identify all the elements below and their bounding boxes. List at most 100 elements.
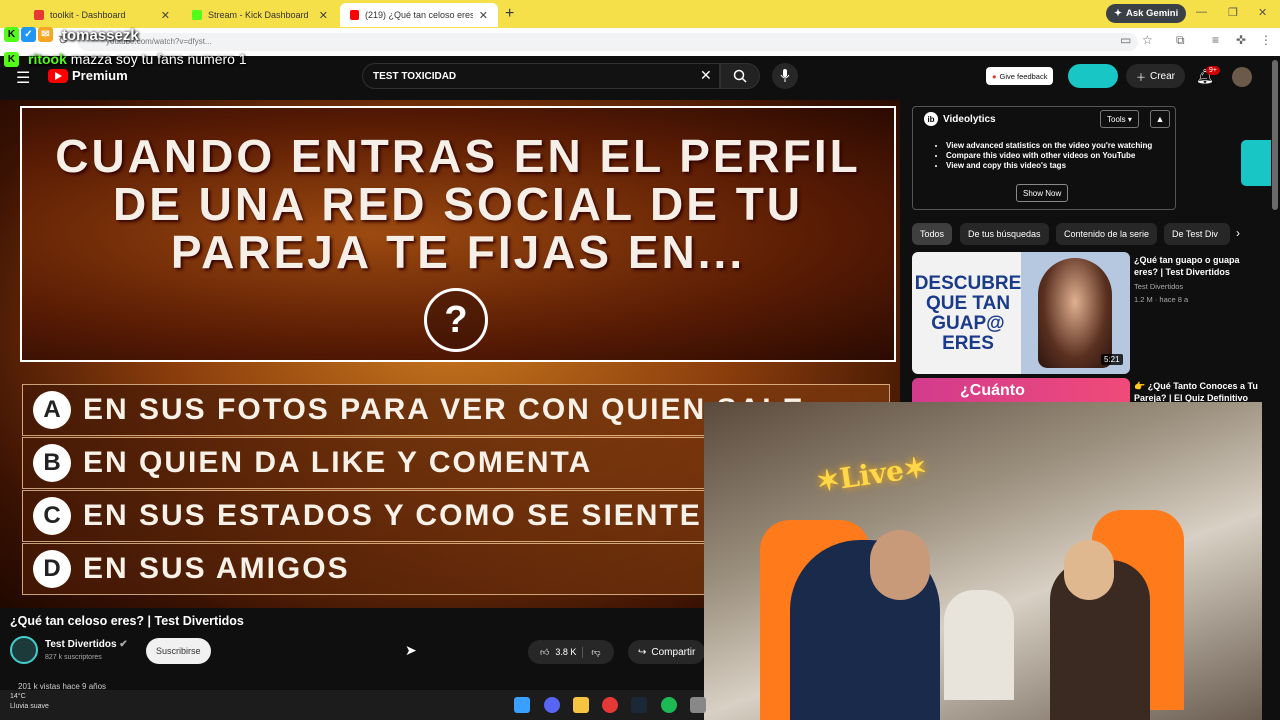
feature-item: Compare this video with other videos on … xyxy=(946,151,1152,161)
thumbs-down-icon[interactable]: 👎︎ xyxy=(582,646,601,658)
rec-title[interactable]: 👉 ¿Qué Tanto Conoces a Tu Pareja? | El Q… xyxy=(1134,380,1262,404)
subscriber-count: 827 k suscriptores xyxy=(45,654,102,661)
discord-icon[interactable] xyxy=(544,697,560,713)
chevron-right-icon[interactable]: › xyxy=(1236,226,1240,240)
media-icon[interactable]: ≡ xyxy=(1212,33,1219,47)
youtube-logo[interactable]: Premium xyxy=(48,68,128,83)
close-tab-icon[interactable]: ✕ xyxy=(161,9,170,22)
spotify-icon[interactable] xyxy=(661,697,677,713)
ask-gemini-button[interactable]: ✦ Ask Gemini xyxy=(1106,4,1187,23)
tab-label: (219) ¿Qué tan celoso eres? | Te xyxy=(364,10,473,20)
tools-dropdown[interactable]: Tools ▾ xyxy=(1100,110,1139,128)
sparkle-icon: ✦ xyxy=(1114,8,1122,19)
duration-badge: 5:21 xyxy=(1101,354,1123,365)
tools-label: Tools xyxy=(1107,114,1126,124)
channel-name[interactable]: Test Divertidos ✔ xyxy=(45,639,128,650)
overlay-badges: K ✓ ✉ xyxy=(4,27,53,42)
cast-icon[interactable]: ▭ xyxy=(1120,33,1131,47)
feature-item: View advanced statistics on the video yo… xyxy=(946,141,1152,151)
clear-search-icon[interactable]: ✕ xyxy=(700,67,712,84)
option-letter: C xyxy=(33,497,71,535)
extensions-icon[interactable]: ⧉ xyxy=(1176,33,1185,48)
guest-head xyxy=(1064,540,1114,600)
feature-item: View and copy this video's tags xyxy=(946,161,1152,171)
app-icon[interactable] xyxy=(690,697,706,713)
chip-todos[interactable]: Todos xyxy=(912,223,953,245)
create-button[interactable]: ＋ Crear xyxy=(1126,64,1186,88)
mouse-cursor-icon: ➤ xyxy=(405,642,417,658)
give-feedback-button[interactable]: ● Give feedback xyxy=(986,67,1054,85)
videolytics-toolbar-button[interactable] xyxy=(1068,64,1118,88)
question-mark-icon: ? xyxy=(424,288,488,352)
option-text: EN SUS FOTOS PARA VER CON QUIEN SALE xyxy=(83,393,805,426)
verified-badge-icon: ✓ xyxy=(21,27,36,42)
thumbs-up-icon[interactable]: 👍︎ xyxy=(540,647,549,658)
maximize-icon[interactable]: ❐ xyxy=(1228,6,1238,19)
overlay-chat-message: ritook mazza soy tu fans numero 1 xyxy=(28,51,247,67)
windows-start-icon[interactable] xyxy=(514,697,530,713)
chat-text: mazza soy tu fans numero 1 xyxy=(70,51,247,67)
chip-searches[interactable]: De tus búsquedas xyxy=(960,223,1049,245)
rec-title[interactable]: ¿Qué tan guapo o guapa eres? | Test Dive… xyxy=(1134,254,1258,278)
videolytics-title-text: Videolytics xyxy=(943,113,996,125)
tab-kick[interactable]: Stream - Kick Dashboard ✕ xyxy=(182,3,338,27)
url-field[interactable]: youtube.com/watch?v=dfyst... xyxy=(78,33,1138,51)
close-tab-icon[interactable]: ✕ xyxy=(479,9,488,22)
minimize-icon[interactable]: — xyxy=(1196,6,1207,18)
close-tab-icon[interactable]: ✕ xyxy=(319,9,328,22)
temperature: 14°C xyxy=(10,693,26,700)
youtube-favicon-icon xyxy=(350,10,359,20)
share-arrow-icon: ↪ xyxy=(638,646,647,658)
guest-figure xyxy=(944,590,1014,700)
search-input[interactable]: TEST TOXICIDAD xyxy=(362,63,720,89)
weather-text: Lluvia suave xyxy=(10,703,49,710)
option-text: EN SUS AMIGOS xyxy=(83,552,350,585)
page-scrollbar[interactable] xyxy=(1272,60,1278,210)
chat-kick-badge-icon: K xyxy=(4,52,19,67)
like-dislike-group[interactable]: 👍︎ 3.8 K 👎︎ xyxy=(528,640,614,664)
browser-menu-icon[interactable]: ⋮ xyxy=(1260,33,1272,47)
show-now-button[interactable]: Show Now xyxy=(1016,184,1069,202)
tab-youtube[interactable]: (219) ¿Qué tan celoso eres? | Te ✕ xyxy=(340,3,498,27)
share-label: Compartir xyxy=(651,646,696,658)
tab-label: Stream - Kick Dashboard xyxy=(208,10,309,20)
collapse-panel-icon[interactable]: ▲ xyxy=(1150,110,1170,128)
rec-channel[interactable]: Test Divertidos xyxy=(1134,282,1183,291)
chrome-icon[interactable] xyxy=(602,697,618,713)
bookmark-star-icon[interactable]: ☆ xyxy=(1142,33,1153,47)
like-count: 3.8 K xyxy=(555,647,577,657)
chip-series[interactable]: Contenido de la serie xyxy=(1056,223,1158,245)
extension-bird-icon[interactable]: ✜ xyxy=(1236,33,1246,47)
option-letter: A xyxy=(33,391,71,429)
close-window-icon[interactable]: ✕ xyxy=(1258,6,1267,19)
voice-search-button[interactable] xyxy=(772,63,798,89)
channel-avatar[interactable] xyxy=(10,636,38,664)
file-explorer-icon[interactable] xyxy=(573,697,589,713)
kick-favicon-icon xyxy=(192,10,202,20)
weather-widget[interactable]: 14°C Lluvia suave xyxy=(10,692,49,712)
plus-icon: ＋ xyxy=(1136,72,1146,84)
steam-icon[interactable] xyxy=(631,697,647,713)
hamburger-menu-icon[interactable]: ☰ xyxy=(16,68,30,88)
video-title: ¿Qué tan celoso eres? | Test Divertidos xyxy=(10,614,244,628)
search-button[interactable] xyxy=(720,63,760,89)
search-icon xyxy=(733,69,747,83)
question-text: CUANDO ENTRAS EN EL PERFIL DE UNA RED SO… xyxy=(55,130,861,278)
new-tab-button[interactable]: + xyxy=(505,5,514,23)
windows-taskbar xyxy=(0,690,704,720)
subscribe-button[interactable]: Suscribirse xyxy=(146,638,211,664)
channel-name-text: Test Divertidos xyxy=(45,639,117,650)
user-avatar[interactable] xyxy=(1232,67,1252,87)
kick-badge-icon: K xyxy=(4,27,19,42)
youtube-play-icon xyxy=(48,68,68,83)
gift-badge-icon: ✉ xyxy=(38,27,53,42)
videolytics-side-tab[interactable] xyxy=(1241,140,1271,186)
tab-label: toolkit - Dashboard xyxy=(50,10,126,20)
tab-toolkit[interactable]: toolkit - Dashboard ✕ xyxy=(24,3,180,27)
rec-thumbnail-text: ¿Cuánto xyxy=(960,382,1025,399)
rec-meta: 1.2 M · hace 8 a xyxy=(1134,295,1189,304)
verified-check-icon: ✔ xyxy=(119,639,128,650)
share-button[interactable]: ↪ Compartir xyxy=(628,640,706,664)
chip-channel[interactable]: De Test Div xyxy=(1164,223,1230,245)
option-text: EN SUS ESTADOS Y COMO SE SIENTE xyxy=(83,499,702,532)
